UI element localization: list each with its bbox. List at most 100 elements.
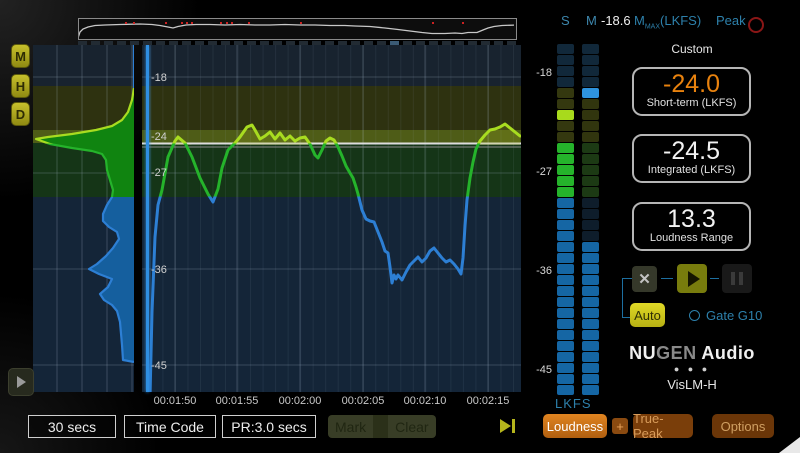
meter-segment-s [557, 176, 574, 186]
graph-scale-label: -18 [151, 72, 167, 84]
overview-tick [91, 41, 100, 45]
overview-strip[interactable] [78, 18, 517, 40]
meter-segment-s [557, 198, 574, 208]
meter-segment-m [582, 385, 599, 395]
meter-segment-s [557, 286, 574, 296]
meter-segment-s [557, 99, 574, 109]
practical-range-button[interactable]: PR:3.0 secs [222, 415, 316, 438]
logo-dots: ● ● ● [622, 364, 762, 374]
meter-segment-s [557, 55, 574, 65]
meter-scale-label: -36 [526, 265, 552, 277]
meter-segment-s [557, 88, 574, 98]
play-button[interactable] [677, 264, 707, 293]
overview-tick [273, 41, 282, 45]
auto-button[interactable]: Auto [630, 303, 665, 327]
short-term-column-label[interactable]: S [561, 13, 570, 28]
resize-grip[interactable] [779, 437, 800, 453]
options-button[interactable]: Options [712, 414, 774, 438]
meter-segment-m [582, 275, 599, 285]
overview-tick [364, 41, 373, 45]
meter-segment-m [582, 352, 599, 362]
timeline-label: 00:02:15 [467, 395, 510, 407]
pause-button[interactable] [722, 264, 752, 293]
loudness-history-graph[interactable]: -18-24-27-36-45 [142, 45, 521, 392]
skip-to-end-icon [512, 419, 515, 433]
history-play-button[interactable] [8, 368, 34, 396]
meter-segment-m [582, 121, 599, 131]
meter-segment-m [582, 297, 599, 307]
meter-segment-m [582, 66, 599, 76]
meter-segment-m [582, 286, 599, 296]
graph-scale-label: -45 [151, 360, 167, 372]
meter-segment-s [557, 143, 574, 153]
graph-scale-label: -24 [151, 131, 167, 143]
mark-clear-group: Mark Clear [328, 415, 436, 438]
meter-scale-label: -27 [526, 166, 552, 178]
go-to-end-button[interactable] [500, 419, 515, 433]
meter-segment-s [557, 121, 574, 131]
overview-tick [455, 41, 464, 45]
clear-button[interactable]: Clear [388, 419, 435, 435]
overview-tick [208, 41, 217, 45]
overview-tick [143, 41, 152, 45]
overview-tick [325, 41, 334, 45]
meter-segment-s [557, 330, 574, 340]
meter-segment-m [582, 198, 599, 208]
meter-segment-s [557, 44, 574, 54]
meter-segment-s [557, 220, 574, 230]
overview-tick [286, 41, 295, 45]
true-peak-tab[interactable]: True-Peak [633, 414, 693, 438]
meter-segment-m [582, 363, 599, 373]
time-window-button[interactable]: 30 secs [28, 415, 116, 438]
mode-button-m[interactable]: M [11, 44, 30, 68]
overview-tick [78, 41, 87, 45]
overview-tick [169, 41, 178, 45]
overview-tick [247, 41, 256, 45]
mark-button[interactable]: Mark [328, 419, 373, 435]
overview-tick [377, 41, 386, 45]
momentary-column-label[interactable]: M [586, 13, 597, 28]
preset-name[interactable]: Custom [632, 42, 752, 56]
meter-segment-s [557, 165, 574, 175]
divider [373, 415, 388, 438]
meter-segment-m [582, 253, 599, 263]
overview-tick [299, 41, 308, 45]
gate-radio[interactable] [689, 310, 700, 321]
meter-segment-s [557, 242, 574, 252]
readout-value: -24.0 [634, 71, 749, 97]
meter-segment-s [557, 132, 574, 142]
play-icon [17, 376, 26, 388]
overview-tick [221, 41, 230, 45]
meter-segment-s [557, 66, 574, 76]
meter-segment-s [557, 264, 574, 274]
transport-connector-v [622, 278, 623, 318]
overview-tick [130, 41, 139, 45]
mode-button-d[interactable]: D [11, 102, 30, 126]
loudness-tab[interactable]: Loudness [543, 414, 607, 438]
link-mode-button[interactable]: + [612, 418, 628, 434]
timeline-label: 00:01:55 [216, 395, 259, 407]
meter-segment-s [557, 352, 574, 362]
playhead-cursor[interactable] [146, 45, 149, 392]
timeline-label: 00:02:00 [279, 395, 322, 407]
overview-tick [468, 41, 477, 45]
timecode-button[interactable]: Time Code [124, 415, 216, 438]
meter-segment-m [582, 165, 599, 175]
overview-tick [117, 41, 126, 45]
reset-button[interactable]: ✕ [632, 266, 657, 292]
mode-button-h[interactable]: H [11, 74, 30, 98]
readout-box[interactable]: -24.5Integrated (LKFS) [632, 134, 751, 183]
readout-box[interactable]: 13.3Loudness Range [632, 202, 751, 251]
meter-segment-s [557, 231, 574, 241]
loudness-histogram [33, 45, 134, 392]
meter-segment-s [557, 275, 574, 285]
meter-segment-m [582, 55, 599, 65]
overview-tick [494, 41, 503, 45]
product-name: VisLM-H [622, 377, 762, 392]
peak-indicator-lamp[interactable] [748, 17, 764, 33]
overview-tick [351, 41, 360, 45]
meter-segment-m [582, 319, 599, 329]
overview-tick [260, 41, 269, 45]
readout-box[interactable]: -24.0Short-term (LKFS) [632, 67, 751, 116]
graph-scale-label: -36 [151, 264, 167, 276]
